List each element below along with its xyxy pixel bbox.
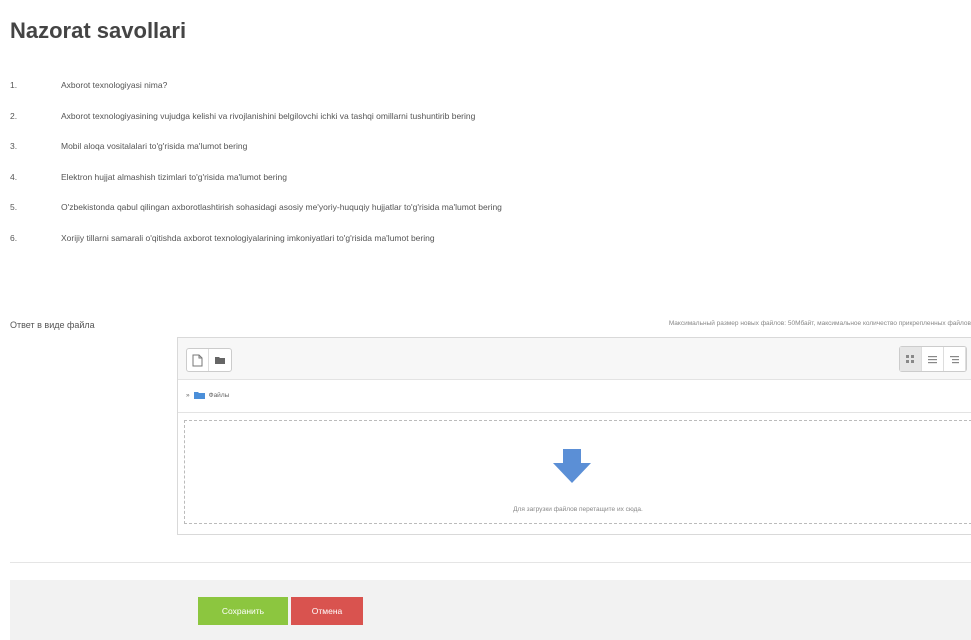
question-number: 1. xyxy=(10,80,18,90)
file-action-buttons xyxy=(186,348,232,372)
question-number: 3. xyxy=(10,141,18,151)
view-details-button[interactable] xyxy=(922,347,944,371)
question-text: Axborot texnologiyasi nima? xyxy=(61,80,168,90)
add-file-button[interactable] xyxy=(187,349,209,371)
list-item: 5. O'zbekistonda qabul qilingan axborotl… xyxy=(10,202,950,233)
question-text: Elektron hujjat almashish tizimlari to'g… xyxy=(61,171,287,182)
list-item: 4. Elektron hujjat almashish tizimlari t… xyxy=(10,172,950,203)
question-number: 4. xyxy=(10,171,18,182)
divider xyxy=(10,562,971,563)
add-file-icon xyxy=(192,354,203,366)
question-text: O'zbekistonda qabul qilingan axborotlash… xyxy=(61,202,502,212)
list-item: 2. Axborot texnologiyasining vujudga kel… xyxy=(10,111,950,142)
create-folder-button[interactable] xyxy=(209,349,231,371)
cancel-button[interactable]: Отмена xyxy=(291,597,363,625)
file-dropzone[interactable]: Для загрузки файлов перетащите их сюда. xyxy=(184,420,971,524)
question-text: Xorijiy tillarni samarali o'qitishda axb… xyxy=(61,232,435,243)
save-button[interactable]: Сохранить xyxy=(198,597,288,625)
list-item: 1. Axborot texnologiyasi nima? xyxy=(10,80,950,111)
breadcrumb-folder-label[interactable]: Файлы xyxy=(209,392,230,399)
question-text: Axborot texnologiyasining vujudga kelish… xyxy=(61,110,476,121)
question-number: 5. xyxy=(10,202,18,212)
dropzone-instructions: Для загрузки файлов перетащите их сюда. xyxy=(513,506,643,513)
download-arrow-icon xyxy=(553,449,591,483)
folder-icon xyxy=(215,357,225,364)
file-manager: » Файлы Для загрузки файлов перетащите и… xyxy=(177,337,971,535)
grid-view-icon xyxy=(906,354,914,363)
file-limit-note: Максимальный размер новых файлов: 50Мбай… xyxy=(668,320,971,327)
question-number: 2. xyxy=(10,110,18,121)
list-item: 6. Xorijiy tillarni samarali o'qitishda … xyxy=(10,233,950,264)
view-mode-buttons xyxy=(899,346,967,372)
question-number: 6. xyxy=(10,232,18,243)
breadcrumb: » Файлы xyxy=(178,379,971,413)
file-manager-toolbar xyxy=(178,338,971,380)
list-view-icon xyxy=(928,355,937,363)
tree-view-icon xyxy=(950,355,959,363)
chevron-right-icon: » xyxy=(186,392,190,399)
question-list: 1. Axborot texnologiyasi nima? 2. Axboro… xyxy=(10,80,950,263)
list-item: 3. Mobil aloqa vositalalari to'g'risida … xyxy=(10,141,950,172)
view-icons-button[interactable] xyxy=(900,347,922,371)
view-tree-button[interactable] xyxy=(944,347,966,371)
form-footer: Сохранить Отмена xyxy=(10,580,971,640)
file-answer-label: Ответ в виде файла xyxy=(10,320,95,330)
question-text: Mobil aloqa vositalalari to'g'risida ma'… xyxy=(61,141,248,151)
folder-icon xyxy=(193,392,205,399)
page-title: Nazorat savollari xyxy=(10,18,187,43)
